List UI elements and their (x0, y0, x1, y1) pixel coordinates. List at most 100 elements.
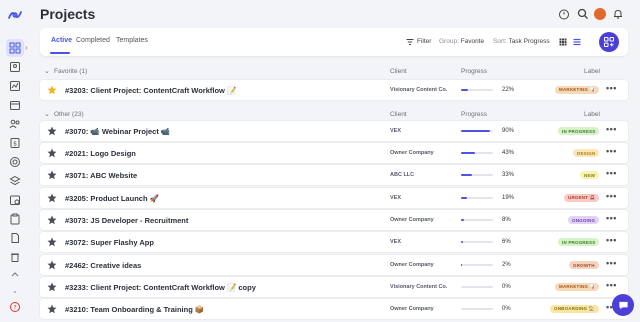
contacts-nav-icon[interactable] (6, 58, 24, 76)
project-row[interactable]: #3203: Client Project: ContentCraft Work… (40, 80, 628, 100)
search-icon[interactable] (577, 8, 589, 20)
client-name: Visionary Content Co. (390, 284, 448, 290)
more-options-icon[interactable]: ••• (606, 168, 617, 178)
project-name[interactable]: #3071: ABC Website (65, 171, 137, 180)
favorite-star-icon[interactable] (47, 85, 57, 95)
label-badge[interactable]: IN PROGRESS (558, 127, 600, 135)
favorite-star-icon[interactable] (47, 148, 57, 158)
more-options-icon[interactable]: ••• (606, 235, 617, 245)
progress-percent: 2% (502, 262, 511, 268)
project-row[interactable]: #3073: JS Developer - Recruitment Owner C… (40, 210, 628, 230)
more-options-icon[interactable]: ••• (606, 83, 617, 93)
clipboard-nav-icon[interactable] (6, 210, 24, 228)
layers-nav-icon[interactable] (6, 172, 24, 190)
tab-completed[interactable]: Completed (76, 37, 110, 44)
app-logo-icon[interactable] (6, 6, 24, 24)
project-name[interactable]: #3203: Client Project: ContentCraft Work… (65, 86, 236, 95)
sort-value: Task Progress (508, 38, 550, 45)
team-nav-icon[interactable] (6, 115, 24, 133)
invoices-nav-icon[interactable]: $ (6, 134, 24, 152)
expand-sidebar-icon[interactable]: › (25, 43, 28, 52)
progress-bar-fill (461, 241, 463, 243)
user-avatar[interactable] (594, 8, 606, 20)
section-name: Other (23) (54, 111, 84, 118)
favorite-star-icon[interactable] (47, 237, 57, 247)
progress-percent: 8% (502, 217, 511, 223)
goals-nav-icon[interactable] (6, 153, 24, 171)
reports-nav-icon[interactable] (6, 77, 24, 95)
timer-icon[interactable] (558, 8, 570, 20)
collapse-chevron-icon[interactable]: ⌄ (44, 67, 50, 75)
progress-percent: 6% (502, 239, 511, 245)
progress-bar-fill (461, 174, 472, 176)
more-options-icon[interactable]: ••• (606, 213, 617, 223)
more-options-icon[interactable]: ••• (606, 191, 617, 201)
label-badge[interactable]: ONBOARDING 🏠 (550, 305, 599, 313)
progress-percent: 0% (502, 284, 511, 290)
favorite-star-icon[interactable] (47, 126, 57, 136)
project-name[interactable]: #3070: 📹 Webinar Project 📹 (65, 127, 170, 136)
group-by-control[interactable]: Group: Favorite (439, 38, 484, 45)
label-badge[interactable]: ONGOING (568, 216, 600, 224)
more-options-icon[interactable]: ••• (606, 124, 617, 134)
project-name[interactable]: #3205: Product Launch 🚀 (65, 194, 159, 203)
project-row[interactable]: #3233: Client Project: ContentCraft Work… (40, 277, 628, 297)
documents-nav-icon[interactable] (6, 229, 24, 247)
trash-nav-icon[interactable] (6, 248, 24, 266)
project-name[interactable]: #3210: Team Onboarding & Training 📦 (65, 305, 204, 314)
more-options-icon[interactable]: ••• (606, 146, 617, 156)
favorite-star-icon[interactable] (47, 260, 57, 270)
notifications-bell-icon[interactable] (612, 8, 624, 20)
list-view-icon[interactable] (573, 38, 581, 46)
label-badge[interactable]: MARKETING 📊 (555, 86, 600, 94)
grid-view-icon[interactable] (559, 38, 567, 46)
progress-percent: 22% (502, 87, 515, 93)
favorite-star-icon[interactable] (47, 282, 57, 292)
column-header-client: Client (390, 68, 407, 75)
progress-percent: 90% (502, 128, 515, 134)
filter-icon[interactable] (406, 38, 414, 46)
filter-button[interactable]: Filter (417, 38, 431, 45)
help-icon[interactable]: ? (6, 298, 24, 316)
favorite-star-icon[interactable] (47, 304, 57, 314)
client-name: ABC LLC (390, 172, 415, 178)
label-badge[interactable]: DESIGN (573, 149, 600, 157)
projects-nav-icon[interactable] (6, 39, 24, 57)
progress-bar-fill (461, 219, 464, 221)
project-row[interactable]: #3072: Super Flashy App VEX 6% IN PROGRESS •… (40, 232, 628, 252)
project-row[interactable]: #2462: Creative ideas Owner Company 2% GROW… (40, 255, 628, 275)
tab-active[interactable]: Active (51, 37, 72, 44)
label-badge[interactable]: IN PROGRESS (558, 238, 600, 246)
project-name[interactable]: #2462: Creative ideas (65, 261, 141, 270)
section-header-favorite[interactable]: ⌄ Favorite (1) Client Progress Label (40, 66, 628, 78)
project-row[interactable]: #3071: ABC Website ABC LLC 33% NEW ••• (40, 165, 628, 185)
calendar-nav-icon[interactable] (6, 96, 24, 114)
project-name[interactable]: #2021: Logo Design (65, 149, 136, 158)
add-grid-icon (604, 37, 614, 47)
client-name: Owner Company (390, 217, 434, 223)
project-name[interactable]: #3073: JS Developer - Recruitment (65, 216, 188, 225)
project-row[interactable]: #3205: Product Launch 🚀 VEX 19% URGENT 🚨 ••• (40, 188, 628, 208)
label-badge[interactable]: GROWTH (569, 261, 599, 269)
more-options-icon[interactable]: ••• (606, 258, 617, 268)
label-badge[interactable]: URGENT 🚨 (564, 194, 600, 202)
label-badge[interactable]: MARKETING 📊 (555, 283, 600, 291)
project-row[interactable]: #3070: 📹 Webinar Project 📹 VEX 90% IN PROGR… (40, 121, 628, 141)
section-header-other[interactable]: ⌄ Other (23) Client Progress Label (40, 109, 628, 121)
add-project-button[interactable] (599, 32, 619, 52)
schedule-nav-icon[interactable] (6, 191, 24, 209)
project-name[interactable]: #3233: Client Project: ContentCraft Work… (65, 283, 256, 292)
project-row[interactable]: #2021: Logo Design Owner Company 43% DESIGN… (40, 143, 628, 163)
favorite-star-icon[interactable] (47, 215, 57, 225)
collapse-icon[interactable] (6, 265, 24, 283)
project-row[interactable]: #3210: Team Onboarding & Training 📦 Owner… (40, 299, 628, 319)
favorite-star-icon[interactable] (47, 193, 57, 203)
label-badge[interactable]: NEW (580, 171, 600, 179)
project-name[interactable]: #3072: Super Flashy App (65, 238, 154, 247)
collapse-chevron-icon[interactable]: ⌄ (44, 110, 50, 118)
sort-control[interactable]: Sort: Task Progress (493, 38, 550, 45)
favorite-star-icon[interactable] (47, 170, 57, 180)
tab-templates[interactable]: Templates (116, 37, 148, 44)
more-options-icon[interactable]: ••• (606, 280, 617, 290)
chat-support-button[interactable] (612, 294, 634, 316)
